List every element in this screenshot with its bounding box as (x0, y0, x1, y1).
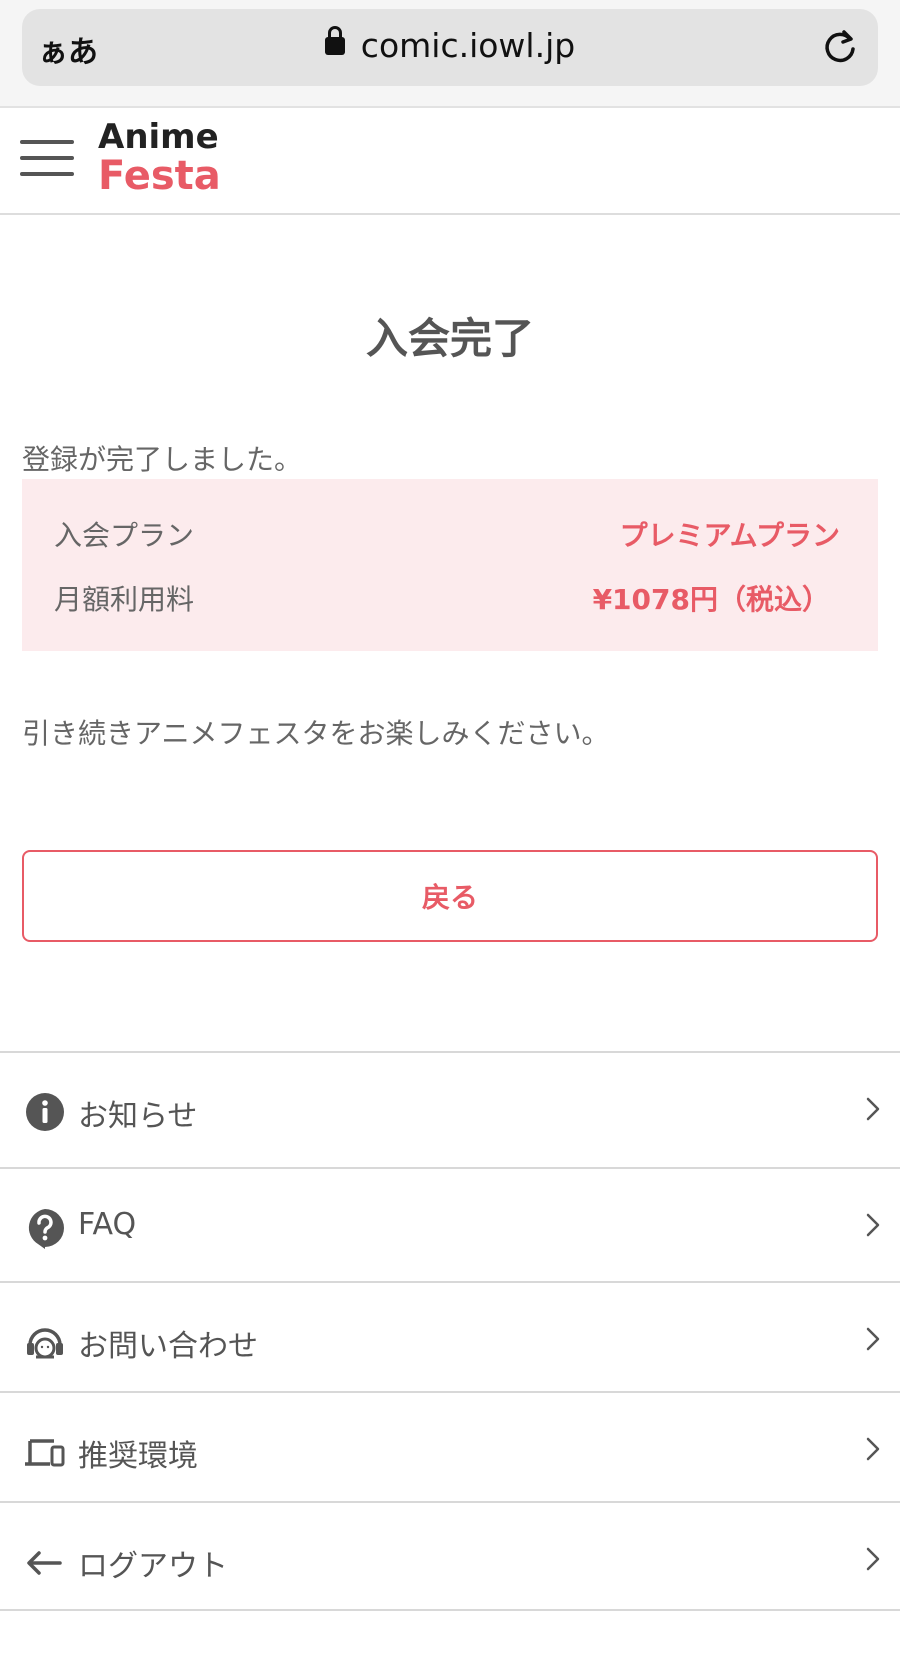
menu-item-label: ログアウト (78, 1549, 228, 1584)
headset-icon (27, 1328, 63, 1359)
menu-item-news[interactable]: お知らせ (0, 1051, 900, 1167)
chevron-right-icon (866, 1097, 880, 1121)
fee-label: 月額利用料 (54, 583, 195, 616)
menu-item-label: FAQ (78, 1207, 137, 1242)
reload-icon[interactable] (820, 27, 860, 67)
fee-value: ¥1078円（税込） (592, 583, 830, 616)
menu-item-recommended-env[interactable]: 推奨環境 (0, 1391, 900, 1501)
chevron-right-icon (866, 1437, 880, 1461)
menu-item-contact[interactable]: お問い合わせ (0, 1281, 900, 1391)
menu-item-label: お問い合わせ (78, 1329, 258, 1364)
plan-row: 入会プラン プレミアムプラン (22, 514, 878, 554)
anime-festa-logo[interactable]: Anime Festa (98, 120, 221, 196)
url-display[interactable]: comic.iowl.jp (22, 25, 878, 65)
menu-item-logout[interactable]: ログアウト (0, 1501, 900, 1611)
menu-item-label: 推奨環境 (78, 1439, 198, 1474)
chevron-right-icon (866, 1327, 880, 1351)
chevron-right-icon (866, 1213, 880, 1237)
lock-icon (324, 25, 345, 55)
fee-row: 月額利用料 ¥1078円（税込） (22, 578, 878, 618)
page-title: 入会完了 (365, 314, 534, 363)
hamburger-menu-icon[interactable] (20, 134, 76, 182)
address-bar[interactable]: ぁあ comic.iowl.jp (22, 9, 878, 86)
plan-value: プレミアムプラン (619, 519, 840, 552)
registration-complete-message: 登録が完了しました。 (22, 443, 303, 476)
arrow-left-icon (27, 1551, 62, 1575)
url-text: comic.iowl.jp (360, 26, 576, 65)
chevron-right-icon (866, 1547, 880, 1571)
question-icon (28, 1209, 64, 1249)
footer-menu: お知らせ FAQ お問い合わせ 推奨環境 ログアウト (0, 1051, 900, 1611)
devices-icon (25, 1439, 65, 1467)
back-button[interactable]: 戻る (22, 850, 878, 942)
logo-line-1: Anime (98, 117, 219, 157)
info-icon (26, 1093, 64, 1131)
site-header: Anime Festa (0, 108, 900, 215)
plan-summary-box (22, 479, 878, 651)
menu-item-label: お知らせ (78, 1099, 198, 1134)
browser-toolbar: ぁあ comic.iowl.jp (0, 0, 900, 108)
enjoy-message: 引き続きアニメフェスタをお楽しみください。 (22, 717, 610, 750)
logo-line-2: Festa (98, 153, 221, 199)
plan-label: 入会プラン (54, 519, 195, 552)
menu-item-faq[interactable]: FAQ (0, 1167, 900, 1281)
